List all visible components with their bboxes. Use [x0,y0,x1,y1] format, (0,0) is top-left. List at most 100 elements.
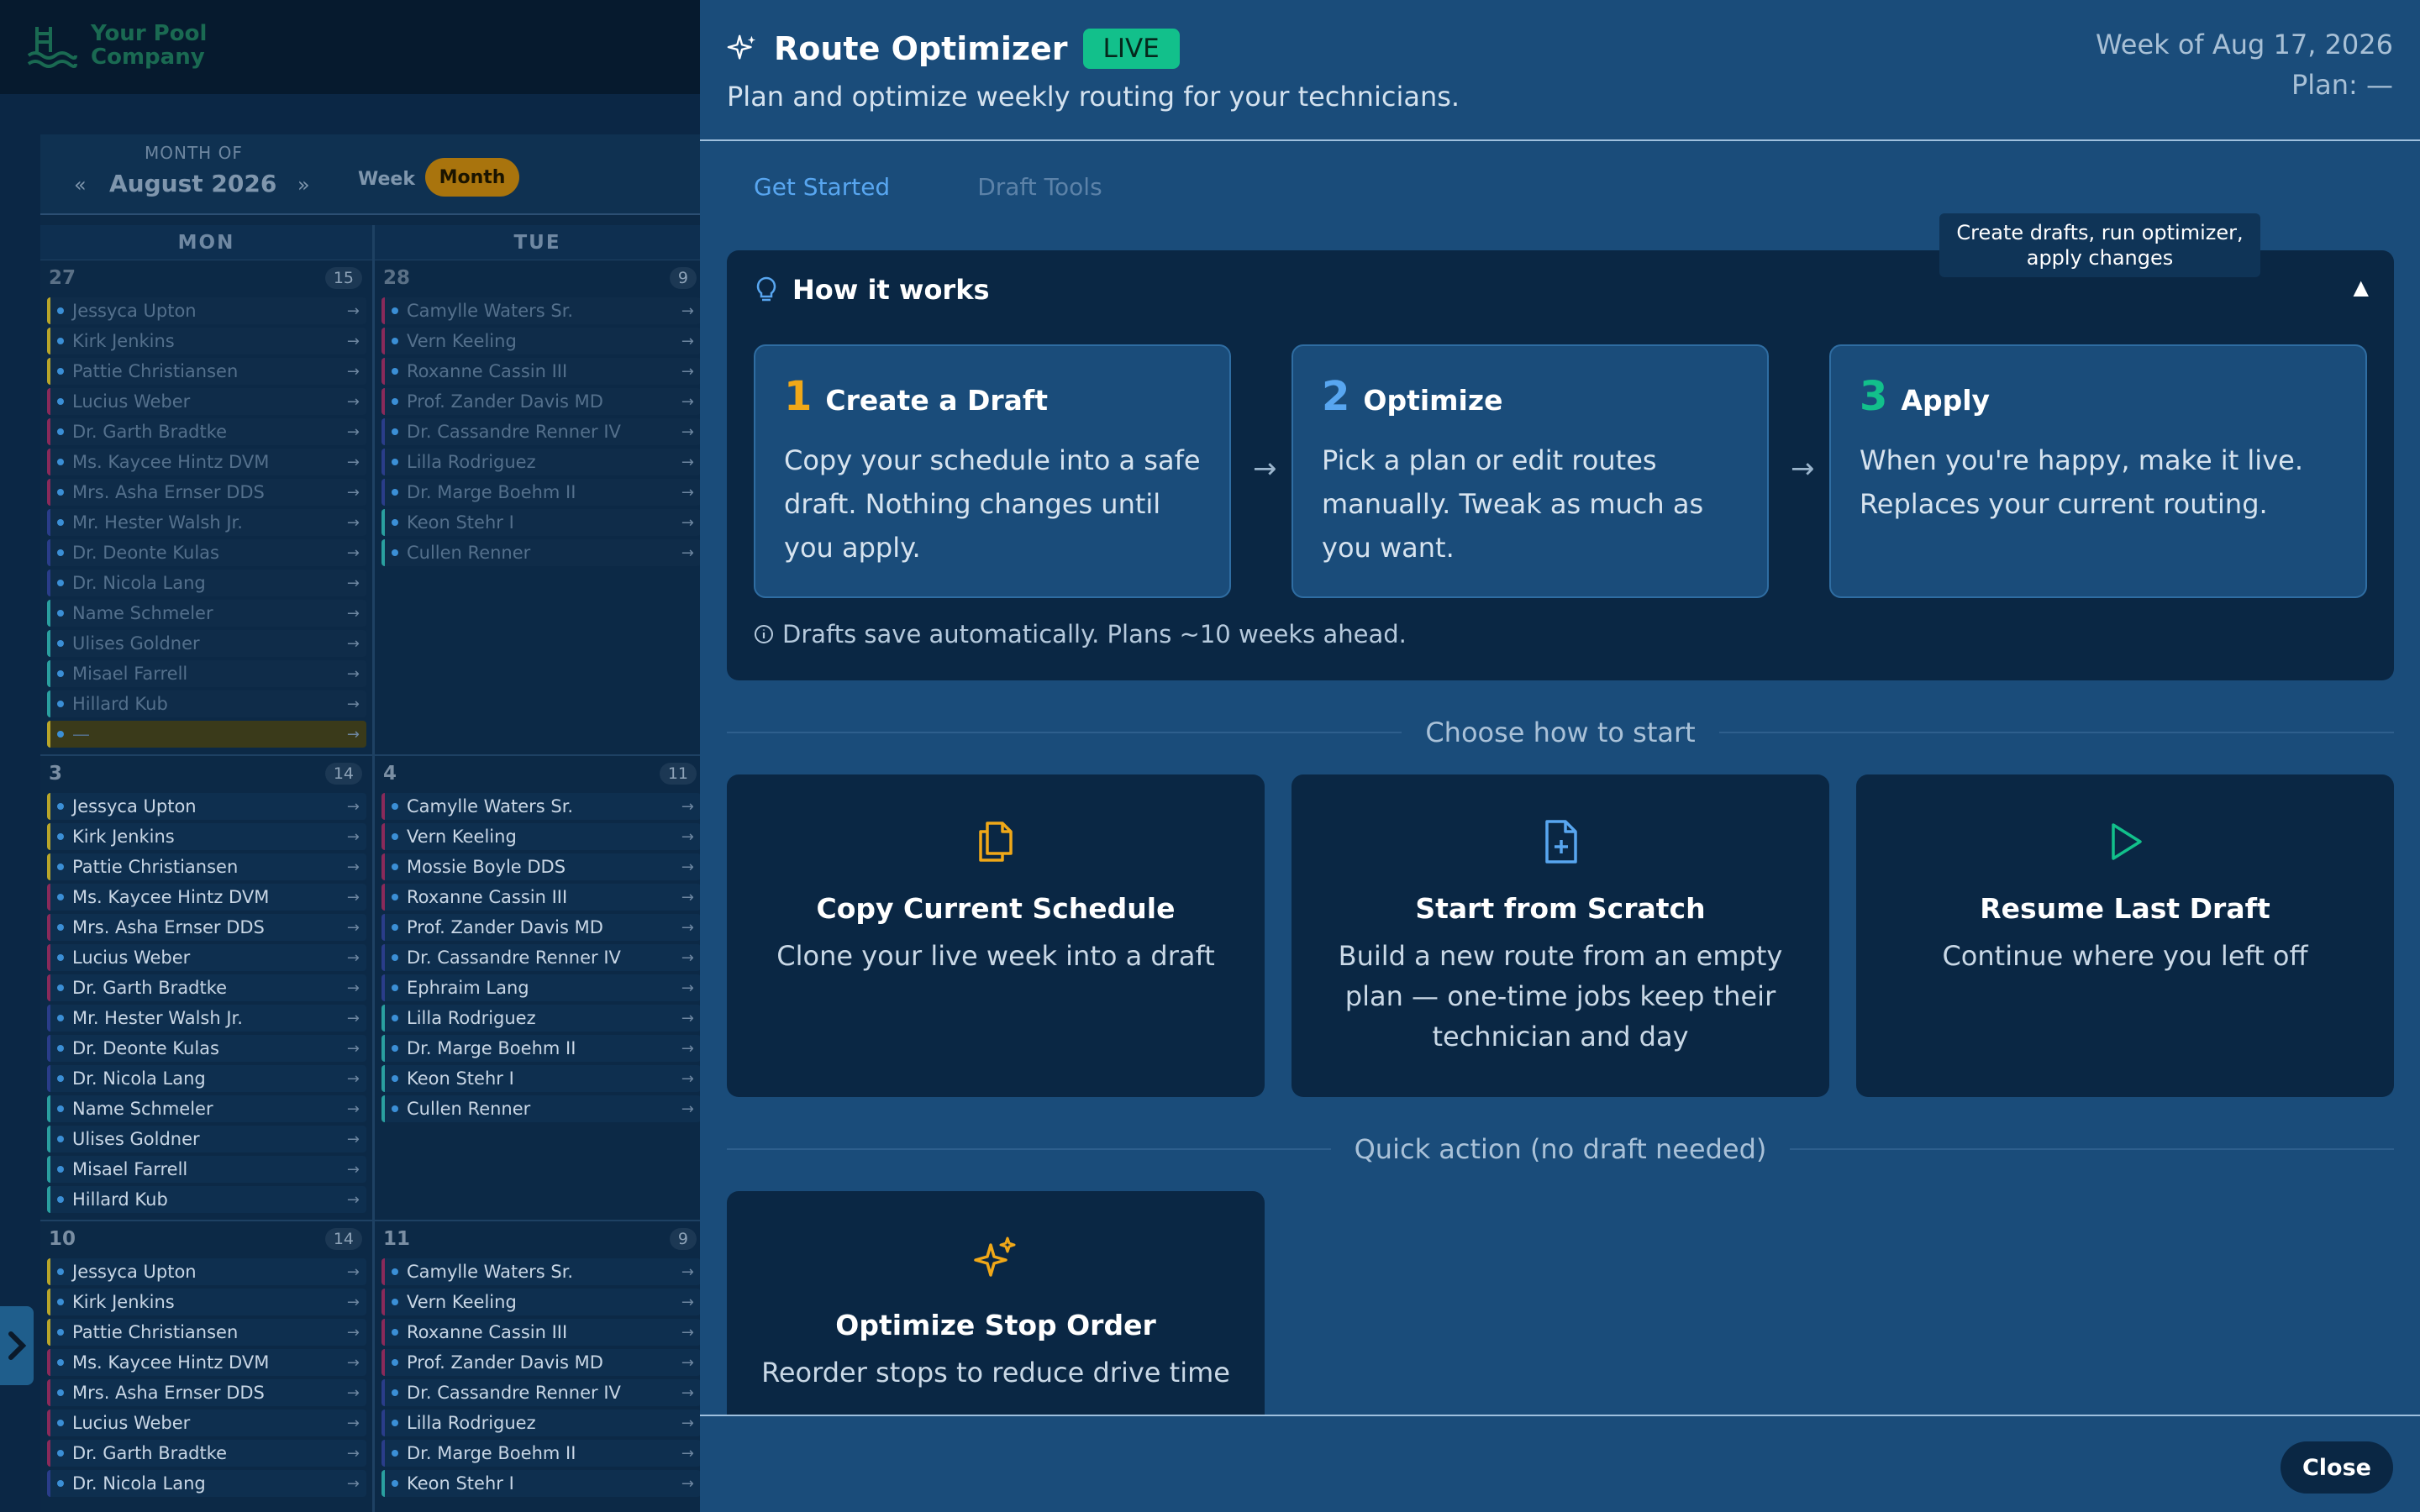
next-month-button[interactable]: » [297,173,310,197]
move-arrow-icon[interactable]: → [347,1040,360,1058]
collapse-caret-icon[interactable]: ▲ [2354,276,2369,299]
calendar-day-cell[interactable]: 28 9 Camylle Waters Sr. → Vern Keeling → Roxan… [375,262,700,756]
appointment-item[interactable]: Kirk Jenkins → [47,1289,366,1315]
move-arrow-icon[interactable]: → [347,1010,360,1027]
move-arrow-icon[interactable]: → [347,726,360,743]
move-arrow-icon[interactable]: → [347,798,360,816]
appointment-item[interactable]: Roxanne Cassin III → [381,358,700,385]
appointment-item[interactable]: Cullen Renner → [381,1095,700,1122]
move-arrow-icon[interactable]: → [681,1040,694,1058]
move-arrow-icon[interactable]: → [347,1263,360,1281]
appointment-item[interactable]: Vern Keeling → [381,823,700,850]
move-arrow-icon[interactable]: → [347,1415,360,1432]
move-arrow-icon[interactable]: → [681,1010,694,1027]
tab-draft-tools[interactable]: Draft Tools [950,166,1128,210]
move-arrow-icon[interactable]: → [681,363,694,381]
expand-sidebar-handle[interactable] [0,1306,34,1385]
move-arrow-icon[interactable]: → [681,423,694,441]
move-arrow-icon[interactable]: → [681,1475,694,1493]
appointment-item[interactable]: Camylle Waters Sr. → [381,793,700,820]
move-arrow-icon[interactable]: → [347,1294,360,1311]
move-arrow-icon[interactable]: → [347,484,360,501]
appointment-item[interactable]: Dr. Nicola Lang → [47,570,366,596]
appointment-item[interactable]: Dr. Marge Boehm II → [381,479,700,506]
appointment-item[interactable]: Ms. Kaycee Hintz DVM → [47,449,366,475]
appointment-item[interactable]: Dr. Garth Bradtke → [47,974,366,1001]
move-arrow-icon[interactable]: → [347,858,360,876]
move-arrow-icon[interactable]: → [347,949,360,967]
move-arrow-icon[interactable]: → [347,1384,360,1402]
move-arrow-icon[interactable]: → [347,1191,360,1209]
move-arrow-icon[interactable]: → [681,1354,694,1372]
move-arrow-icon[interactable]: → [681,514,694,532]
appointment-item[interactable]: Jessyca Upton → [47,1258,366,1285]
move-arrow-icon[interactable]: → [347,514,360,532]
move-arrow-icon[interactable]: → [681,949,694,967]
move-arrow-icon[interactable]: → [681,393,694,411]
appointment-item[interactable]: Ms. Kaycee Hintz DVM → [47,884,366,911]
appointment-item[interactable]: Lilla Rodriguez → [381,1410,700,1436]
move-arrow-icon[interactable]: → [347,454,360,471]
close-button[interactable]: Close [2280,1441,2393,1494]
appointment-item[interactable]: Dr. Deonte Kulas → [47,1035,366,1062]
appointment-item[interactable]: Kirk Jenkins → [47,823,366,850]
move-arrow-icon[interactable]: → [681,544,694,562]
move-arrow-icon[interactable]: → [347,363,360,381]
appointment-item[interactable]: Keon Stehr I → [381,1065,700,1092]
appointment-item[interactable]: Dr. Marge Boehm II → [381,1035,700,1062]
move-arrow-icon[interactable]: → [347,1131,360,1148]
week-view-button[interactable]: Week [353,160,420,198]
resume-last-draft-card[interactable]: Resume Last Draft Continue where you lef… [1856,774,2394,1097]
appointment-item[interactable]: Ulises Goldner → [47,630,366,657]
appointment-item[interactable]: Vern Keeling → [381,1289,700,1315]
appointment-item[interactable]: Pattie Christiansen → [47,358,366,385]
move-arrow-icon[interactable]: → [681,1384,694,1402]
appointment-item[interactable]: Mrs. Asha Ernser DDS → [47,914,366,941]
appointment-item[interactable]: Dr. Cassandre Renner IV → [381,944,700,971]
appointment-item[interactable]: Dr. Nicola Lang → [47,1470,366,1497]
appointment-item[interactable]: Mr. Hester Walsh Jr. → [47,509,366,536]
appointment-item[interactable]: Camylle Waters Sr. → [381,1258,700,1285]
appointment-item[interactable]: Camylle Waters Sr. → [381,297,700,324]
move-arrow-icon[interactable]: → [347,1100,360,1118]
appointment-item[interactable]: Kirk Jenkins → [47,328,366,354]
company-logo[interactable]: Your Pool Company [25,18,207,72]
move-arrow-icon[interactable]: → [347,393,360,411]
appointment-item[interactable]: Keon Stehr I → [381,1470,700,1497]
appointment-item[interactable]: Misael Farrell → [47,1156,366,1183]
move-arrow-icon[interactable]: → [347,1445,360,1462]
copy-current-schedule-card[interactable]: Copy Current Schedule Clone your live we… [727,774,1265,1097]
appointment-item[interactable]: Pattie Christiansen → [47,1319,366,1346]
appointment-item[interactable]: Lilla Rodriguez → [381,1005,700,1032]
move-arrow-icon[interactable]: → [681,1415,694,1432]
move-arrow-icon[interactable]: → [347,423,360,441]
appointment-item[interactable]: Ephraim Lang → [381,974,700,1001]
move-arrow-icon[interactable]: → [681,979,694,997]
calendar-day-cell[interactable]: 27 15 Jessyca Upton → Kirk Jenkins → Pattie Ch… [40,262,372,756]
calendar-day-cell[interactable]: 10 14 Jessyca Upton → Kirk Jenkins → Pattie Ch… [40,1223,372,1512]
appointment-item[interactable]: Mrs. Asha Ernser DDS → [47,479,366,506]
move-arrow-icon[interactable]: → [681,919,694,937]
appointment-item[interactable]: Lilla Rodriguez → [381,449,700,475]
appointment-item[interactable]: Cullen Renner → [381,539,700,566]
appointment-item[interactable]: Hillard Kub → [47,1186,366,1213]
move-arrow-icon[interactable]: → [681,1263,694,1281]
move-arrow-icon[interactable]: → [681,333,694,350]
appointment-item[interactable]: Lucius Weber → [47,1410,366,1436]
appointment-item[interactable]: Prof. Zander Davis MD → [381,388,700,415]
move-arrow-icon[interactable]: → [347,575,360,592]
move-arrow-icon[interactable]: → [681,1294,694,1311]
month-view-button[interactable]: Month [425,158,519,197]
move-arrow-icon[interactable]: → [347,302,360,320]
move-arrow-icon[interactable]: → [347,1324,360,1341]
move-arrow-icon[interactable]: → [347,919,360,937]
move-arrow-icon[interactable]: → [681,302,694,320]
appointment-item[interactable]: Mr. Hester Walsh Jr. → [47,1005,366,1032]
move-arrow-icon[interactable]: → [347,889,360,906]
optimize-stop-order-card[interactable]: Optimize Stop Order Reorder stops to red… [727,1191,1265,1415]
calendar-day-cell[interactable]: 11 9 Camylle Waters Sr. → Vern Keeling → Roxan… [375,1223,700,1512]
move-arrow-icon[interactable]: → [347,979,360,997]
tab-get-started[interactable]: Get Started [727,166,917,210]
appointment-item[interactable]: Lucius Weber → [47,388,366,415]
move-arrow-icon[interactable]: → [347,1475,360,1493]
